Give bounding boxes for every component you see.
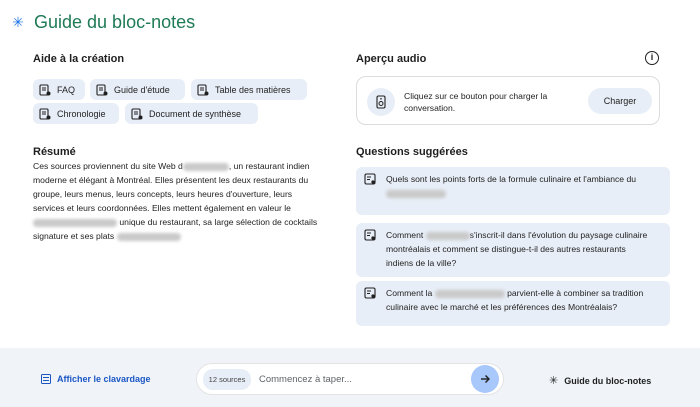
- bottom-bar: Afficher le clavardage 12 sources ✳ Guid…: [0, 348, 700, 407]
- redacted-name: [434, 289, 505, 298]
- question-line: culinaire avec le marché et les préféren…: [386, 302, 618, 312]
- question-text: Comment s'inscrit-il dans l'évolution du…: [386, 228, 664, 270]
- question-line: indiens de la ville?: [386, 258, 457, 268]
- load-button[interactable]: Charger: [588, 88, 652, 114]
- chip-timeline[interactable]: Chronologie: [33, 103, 119, 124]
- question-line: Comment: [386, 230, 424, 240]
- suggested-question-1[interactable]: Quels sont les points forts de la formul…: [356, 167, 670, 215]
- chip-label: FAQ: [57, 84, 76, 95]
- page-title: Guide du bloc-notes: [34, 11, 196, 32]
- chip-label: Table des matières: [215, 84, 291, 95]
- question-line: Quels sont les points forts de la formul…: [386, 174, 637, 184]
- redacted-name: [182, 162, 229, 171]
- chat-suggestion-icon: [364, 229, 376, 241]
- summary-line: Ces sources proviennent du site Web d: [33, 161, 183, 171]
- document-list-icon: [39, 107, 51, 120]
- document-list-icon: [96, 83, 108, 96]
- document-list-icon: [131, 107, 143, 120]
- chip-table-of-contents[interactable]: Table des matières: [191, 79, 307, 100]
- question-text: Quels sont les points forts de la formul…: [386, 172, 664, 200]
- suggested-question-2[interactable]: Comment s'inscrit-il dans l'évolution du…: [356, 223, 670, 277]
- show-chat-label: Afficher le clavardage: [57, 374, 151, 384]
- suggested-questions-title: Questions suggérées: [356, 146, 468, 158]
- audio-overview-title: Aperçu audio: [356, 53, 427, 65]
- chat-suggestion-icon: [364, 287, 376, 299]
- chat-input-bar: 12 sources: [196, 363, 504, 395]
- show-chat-button[interactable]: Afficher le clavardage: [41, 374, 151, 384]
- redacted-name: [33, 218, 117, 227]
- chat-list-icon: [41, 374, 51, 384]
- summary-line: signature et ses plats: [33, 231, 115, 241]
- question-text: Comment la parvient-elle à combiner sa t…: [386, 286, 664, 314]
- chip-faq[interactable]: FAQ: [33, 79, 85, 100]
- redacted-name: [425, 231, 470, 240]
- question-line: parvient-elle à combiner sa tradition: [507, 288, 644, 298]
- summary-title: Résumé: [33, 146, 76, 158]
- sparkle-icon: ✳: [549, 375, 559, 387]
- chip-label: Chronologie: [57, 108, 106, 119]
- chip-label: Document de synthèse: [149, 108, 242, 119]
- redacted-name: [386, 189, 446, 198]
- speaker-icon: [367, 88, 395, 116]
- question-line: s'inscrit-il dans l'évolution du paysage…: [469, 230, 648, 240]
- sparkle-icon: ✳: [12, 13, 24, 30]
- info-icon[interactable]: i: [645, 51, 659, 65]
- document-list-icon: [39, 83, 51, 96]
- notebook-guide-button[interactable]: ✳ Guide du bloc-notes: [549, 374, 651, 387]
- summary-line: groupe, leurs menus, leurs concepts, leu…: [33, 189, 293, 199]
- arrow-right-icon: [481, 375, 490, 383]
- sources-badge[interactable]: 12 sources: [203, 369, 251, 390]
- send-button[interactable]: [471, 365, 499, 393]
- chat-input[interactable]: [259, 370, 459, 389]
- summary-line: moderne et élégant à Montréal. Elles pré…: [33, 175, 309, 185]
- notebook-guide-header: ✳ Guide du bloc-notes: [10, 10, 195, 34]
- summary-line: , un restaurant indien: [228, 161, 310, 171]
- summary-text: Ces sources proviennent du site Web d , u…: [33, 159, 339, 243]
- redacted-name: [116, 232, 181, 241]
- summary-line: services et leurs coordonnées. Elles met…: [33, 203, 291, 213]
- question-line: montréalais et comment se distingue-t-il…: [386, 244, 626, 254]
- notebook-guide-label: Guide du bloc-notes: [564, 375, 652, 386]
- chip-briefing-doc[interactable]: Document de synthèse: [125, 103, 258, 124]
- creation-aid-title: Aide à la création: [33, 53, 125, 65]
- question-line: Comment la: [386, 288, 433, 298]
- chat-suggestion-icon: [364, 173, 376, 185]
- document-list-icon: [197, 83, 209, 96]
- chip-label: Guide d'étude: [114, 84, 170, 95]
- suggested-question-3[interactable]: Comment la parvient-elle à combiner sa t…: [356, 281, 670, 326]
- audio-overview-card: Cliquez sur ce bouton pour charger la co…: [356, 76, 660, 125]
- audio-description: Cliquez sur ce bouton pour charger la co…: [404, 91, 548, 113]
- chip-study-guide[interactable]: Guide d'étude: [90, 79, 185, 100]
- summary-line: unique du restaurant, sa large sélection…: [119, 217, 318, 227]
